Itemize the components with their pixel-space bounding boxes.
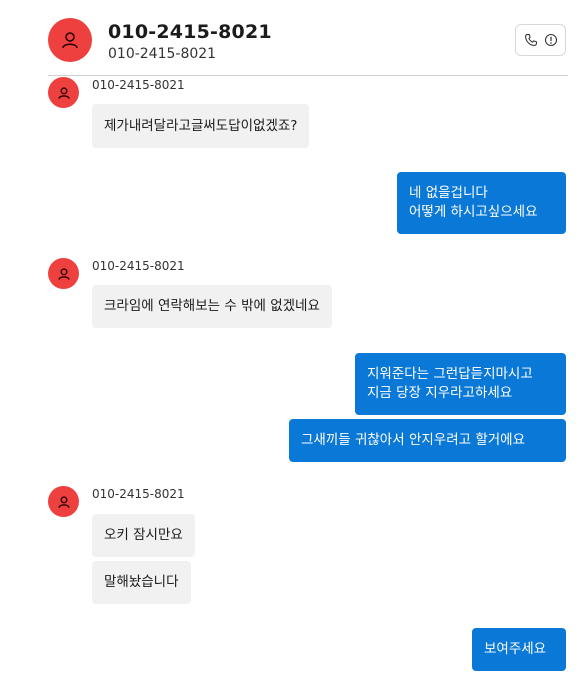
sender-label: 010-2415-8021	[92, 78, 185, 92]
message-bubble-incoming[interactable]: 말해놨습니다	[92, 561, 191, 604]
phone-icon[interactable]	[524, 33, 538, 47]
message-bubble-outgoing[interactable]: 지워준다는 그런답듣지마시고 지금 당장 지우라고하세요	[355, 353, 566, 415]
sender-avatar	[48, 486, 79, 517]
header-divider	[48, 75, 568, 76]
message-text-line: 어떻게 하시고싶으세요	[409, 204, 538, 220]
message-bubble-outgoing[interactable]: 그새끼들 귀찮아서 안지우려고 할거에요	[289, 419, 566, 462]
person-icon	[57, 495, 70, 508]
message-text-line: 지워준다는 그런답듣지마시고	[367, 366, 533, 382]
message-text-line: 네 없을겁니다	[409, 185, 488, 201]
message-bubble-incoming[interactable]: 오키 잠시만요	[92, 514, 195, 557]
message-bubble-outgoing[interactable]: 네 없을겁니다 어떻게 하시고싶으세요	[397, 172, 566, 234]
info-icon[interactable]	[544, 33, 558, 47]
message-text-line: 그새끼들 귀찮아서 안지우려고 할거에요	[301, 432, 526, 448]
contact-number: 010-2415-8021	[108, 46, 217, 62]
person-icon	[62, 32, 78, 49]
person-icon	[57, 267, 70, 280]
contact-avatar[interactable]	[48, 18, 92, 62]
person-icon	[57, 86, 70, 99]
message-text: 제가내려달라고글써도답이없겠죠?	[104, 117, 298, 134]
sender-label: 010-2415-8021	[92, 487, 185, 501]
message-bubble-outgoing[interactable]: 보여주세요	[472, 628, 566, 671]
message-text-line: 지금 당장 지우라고하세요	[367, 385, 513, 401]
message-text: 말해놨습니다	[104, 574, 179, 590]
message-text: 크라임에 연락해보는 수 밖에 없겠네요	[104, 298, 320, 314]
contact-name: 010-2415-8021	[108, 21, 272, 43]
message-text-line: 보여주세요	[484, 641, 547, 657]
message-bubble-incoming[interactable]: 제가내려달라고글써도답이없겠죠?	[92, 104, 310, 148]
sender-avatar	[48, 77, 79, 108]
message-text: 오키 잠시만요	[104, 527, 183, 543]
sender-label: 010-2415-8021	[92, 259, 185, 273]
conversation-header: 010-2415-8021 010-2415-8021	[0, 0, 583, 75]
sender-avatar	[48, 258, 79, 289]
message-list[interactable]: 010-2415-8021 제가내려달라고글써도답이없겠죠? 네 없을겁니다 어…	[0, 76, 583, 686]
call-info-button[interactable]	[515, 24, 566, 56]
message-bubble-incoming[interactable]: 크라임에 연락해보는 수 밖에 없겠네요	[92, 285, 332, 328]
